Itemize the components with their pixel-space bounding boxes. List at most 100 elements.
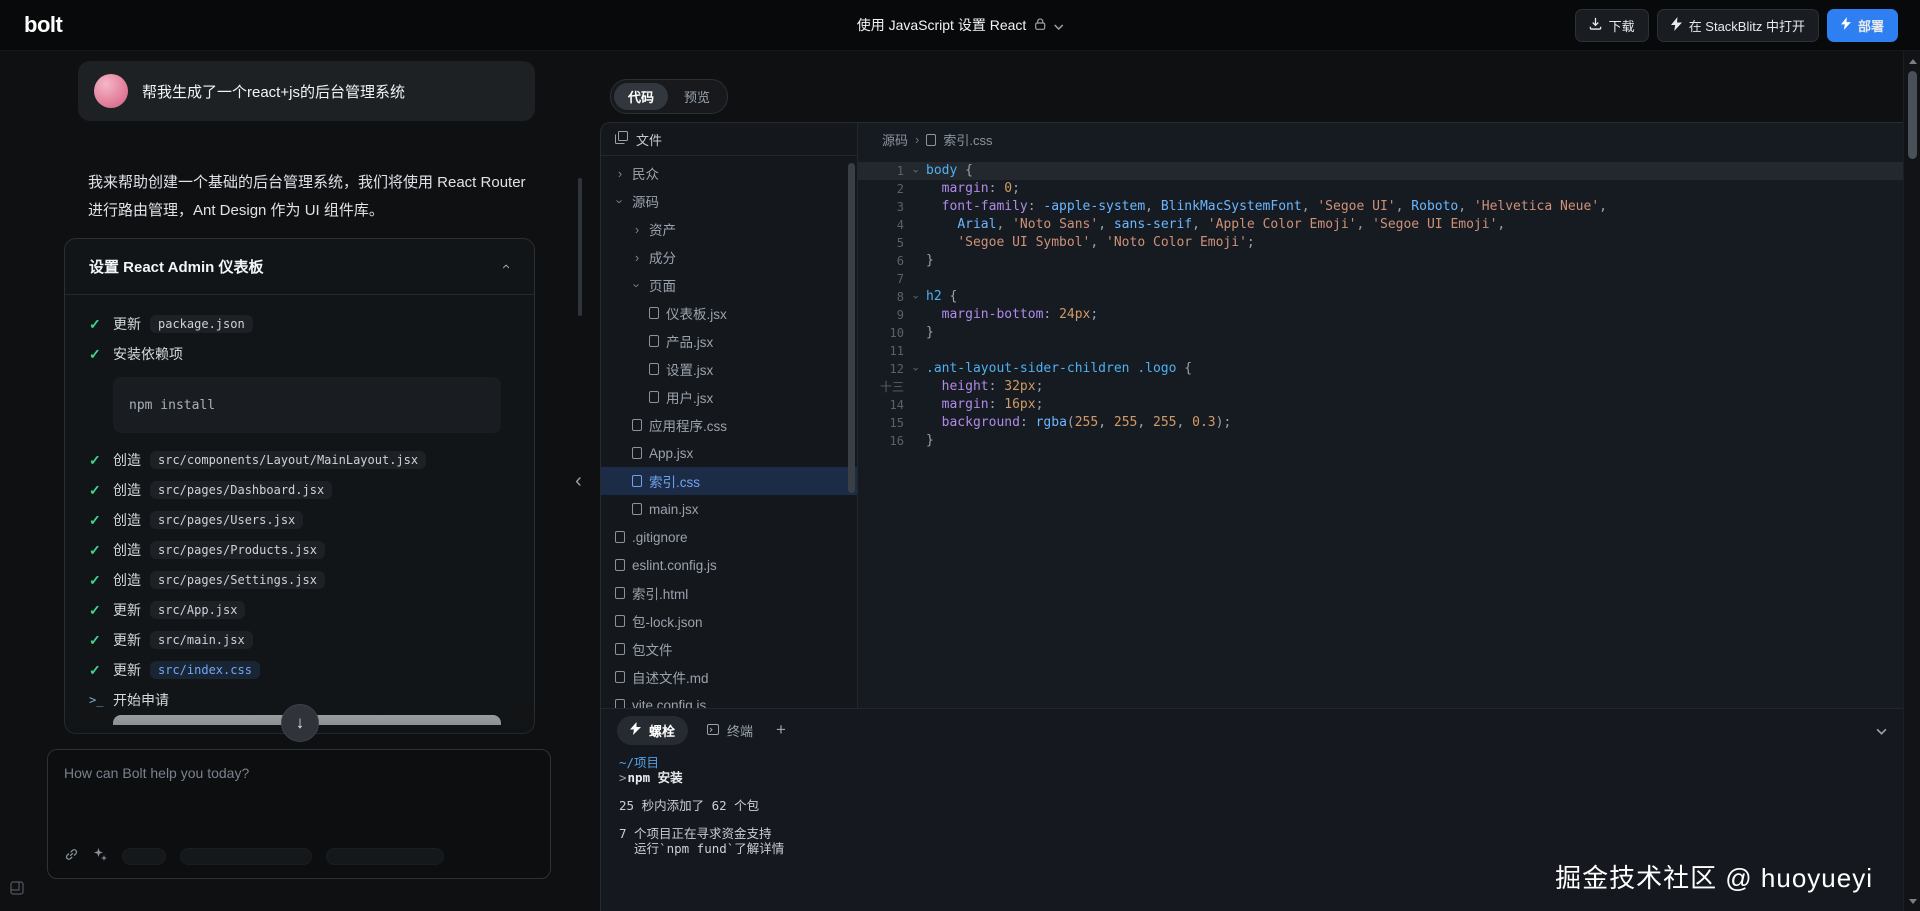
tree-item-label: 索引.html — [632, 587, 689, 602]
tree-item-label: 用户.jsx — [666, 391, 714, 406]
terminal-tab-terminal[interactable]: 终端 — [694, 716, 766, 745]
tree-item-label: vite.config.js — [632, 697, 707, 709]
line-number: 16 — [889, 434, 904, 448]
open-stackblitz-button[interactable]: 在 StackBlitz 中打开 — [1656, 8, 1819, 42]
tree-file-仪表板.jsx[interactable]: 仪表板.jsx — [601, 299, 857, 327]
scroll-to-bottom-button[interactable]: ↓ — [281, 704, 319, 742]
breadcrumb-root[interactable]: 源码 — [882, 130, 908, 149]
terminal-line: 7 个项目正在寻求资金支持 — [619, 826, 772, 841]
chat-input[interactable] — [64, 765, 534, 781]
code-line: 11 — [858, 342, 1903, 360]
tree-file-索引.html[interactable]: 索引.html — [601, 579, 857, 607]
scrollbar-up-arrow[interactable] — [1904, 53, 1920, 69]
tree-file-用户.jsx[interactable]: 用户.jsx — [601, 383, 857, 411]
file-explorer-title: 文件 — [636, 132, 663, 148]
command-codeblock: npm install — [113, 377, 501, 433]
code-lines[interactable]: 1 › body {2 margin: 0; 3 font-family: -appl… — [858, 156, 1903, 708]
view-tab-group: 代码 预览 — [610, 79, 729, 114]
file-chip[interactable]: package.json — [150, 315, 253, 333]
file-chip[interactable]: src/pages/Settings.jsx — [150, 571, 325, 589]
chevron-right-icon: › — [634, 249, 640, 265]
project-title: 使用 JavaScript 设置 React — [856, 17, 1027, 33]
deploy-button[interactable]: 部署 — [1826, 8, 1898, 42]
collapse-chat-button[interactable]: ‹ — [575, 470, 582, 493]
project-title-group[interactable]: 使用 JavaScript 设置 React — [857, 15, 1064, 35]
file-explorer: 文件 › 民众 › 源码 › 资产 › 成分 › 页面 仪表板.jsx 产品.jsx 设置.jsx 用户.… — [601, 123, 858, 708]
fold-chevron-icon: › — [909, 365, 922, 373]
file-chip[interactable]: src/pages/Users.jsx — [150, 511, 304, 529]
workspace: 文件 › 民众 › 源码 › 资产 › 成分 › 页面 仪表板.jsx 产品.jsx 设置.jsx 用户.… — [601, 123, 1903, 708]
view-tabs-strip: 代码 预览 — [600, 51, 1903, 122]
open-stackblitz-label: 在 StackBlitz 中打开 — [1688, 18, 1805, 34]
tree-file-vite.config.js[interactable]: vite.config.js — [601, 691, 857, 708]
page-scrollbar[interactable] — [1903, 51, 1920, 911]
tree-file-包文件[interactable]: 包文件 — [601, 635, 857, 663]
deploy-label: 部署 — [1857, 18, 1884, 34]
tree-file-设置.jsx[interactable]: 设置.jsx — [601, 355, 857, 383]
file-chip[interactable]: src/App.jsx — [150, 601, 246, 619]
chevron-up-icon: › — [496, 264, 514, 269]
tree-folder-页面[interactable]: › 页面 — [601, 271, 857, 299]
tree-file-产品.jsx[interactable]: 产品.jsx — [601, 327, 857, 355]
tree-item-label: 民众 — [632, 167, 659, 182]
file-chip[interactable]: src/pages/Dashboard.jsx — [150, 481, 333, 499]
plan-step: ✓ 创造 src/components/Layout/MainLayout.jsx — [89, 445, 510, 475]
file-icon — [615, 559, 625, 571]
tree-item-label: 资产 — [649, 223, 676, 238]
code-line: 十三 height: 32px; — [858, 378, 1903, 396]
tree-file-App.jsx[interactable]: App.jsx — [601, 439, 857, 467]
collapse-terminal-button[interactable] — [1876, 723, 1887, 738]
terminal-tabs-row: 螺栓 终端 + — [601, 709, 1903, 751]
tree-file-应用程序.css[interactable]: 应用程序.css — [601, 411, 857, 439]
file-icon — [615, 699, 625, 708]
new-terminal-button[interactable]: + — [776, 720, 786, 740]
tree-file-.gitignore[interactable]: .gitignore — [601, 523, 857, 551]
scrollbar-thumb[interactable] — [1908, 71, 1917, 159]
watermark-text: 掘金技术社区 @ huoyueyi — [1555, 863, 1873, 893]
line-number: 十三 — [879, 380, 904, 394]
bolt-logo[interactable]: bolt — [24, 12, 63, 38]
file-icon — [615, 531, 625, 543]
link-icon — [64, 847, 79, 865]
tree-file-包-lock.json[interactable]: 包-lock.json — [601, 607, 857, 635]
check-icon: ✓ — [89, 451, 101, 468]
tree-file-main.jsx[interactable]: main.jsx — [601, 495, 857, 523]
panes-layout-icon[interactable] — [10, 881, 24, 900]
view-tab-preview[interactable]: 预览 — [670, 83, 724, 110]
check-icon: ✓ — [89, 315, 101, 332]
enhance-prompt-button[interactable] — [93, 847, 108, 865]
chat-scrollbar-thumb[interactable] — [578, 178, 582, 316]
file-icon — [615, 643, 625, 655]
plan-step: ✓ 更新 src/index.css — [89, 655, 510, 685]
file-chip[interactable]: src/main.jsx — [150, 631, 253, 649]
tree-file-索引.css[interactable]: 索引.css — [601, 467, 857, 495]
tree-item-label: .gitignore — [632, 529, 688, 545]
download-button[interactable]: 下载 — [1574, 8, 1649, 42]
file-tree-scrollbar-thumb[interactable] — [848, 163, 855, 493]
view-tab-code[interactable]: 代码 — [614, 83, 669, 110]
code-line: 16} — [858, 432, 1903, 450]
line-number: 2 — [896, 182, 904, 196]
code-line: 5 'Segoe UI Symbol', 'Noto Color Emoji'; — [858, 234, 1903, 252]
topbar: bolt 使用 JavaScript 设置 React 下载 在 StackBl… — [0, 0, 1920, 51]
attach-link-button[interactable] — [64, 847, 79, 865]
file-icon — [632, 419, 642, 431]
file-icon — [615, 671, 625, 683]
tree-folder-成分[interactable]: › 成分 — [601, 243, 857, 271]
scrollbar-down-arrow[interactable] — [1904, 893, 1920, 909]
tree-folder-源码[interactable]: › 源码 — [601, 187, 857, 215]
fold-chevron-icon: › — [909, 293, 922, 301]
file-chip[interactable]: src/components/Layout/MainLayout.jsx — [150, 451, 427, 469]
tree-item-label: 仪表板.jsx — [666, 307, 727, 322]
tree-folder-资产[interactable]: › 资产 — [601, 215, 857, 243]
tree-file-自述文件.md[interactable]: 自述文件.md — [601, 663, 857, 691]
collapse-card-button[interactable]: › — [492, 254, 518, 280]
terminal-tab-bolt[interactable]: 螺栓 — [617, 715, 689, 745]
tree-folder-民众[interactable]: › 民众 — [601, 159, 857, 187]
tree-file-eslint.config.js[interactable]: eslint.config.js — [601, 551, 857, 579]
breadcrumb-file[interactable]: 索引.css — [943, 130, 992, 149]
file-chip[interactable]: src/index.css — [150, 661, 260, 679]
file-chip[interactable]: src/pages/Products.jsx — [150, 541, 325, 559]
